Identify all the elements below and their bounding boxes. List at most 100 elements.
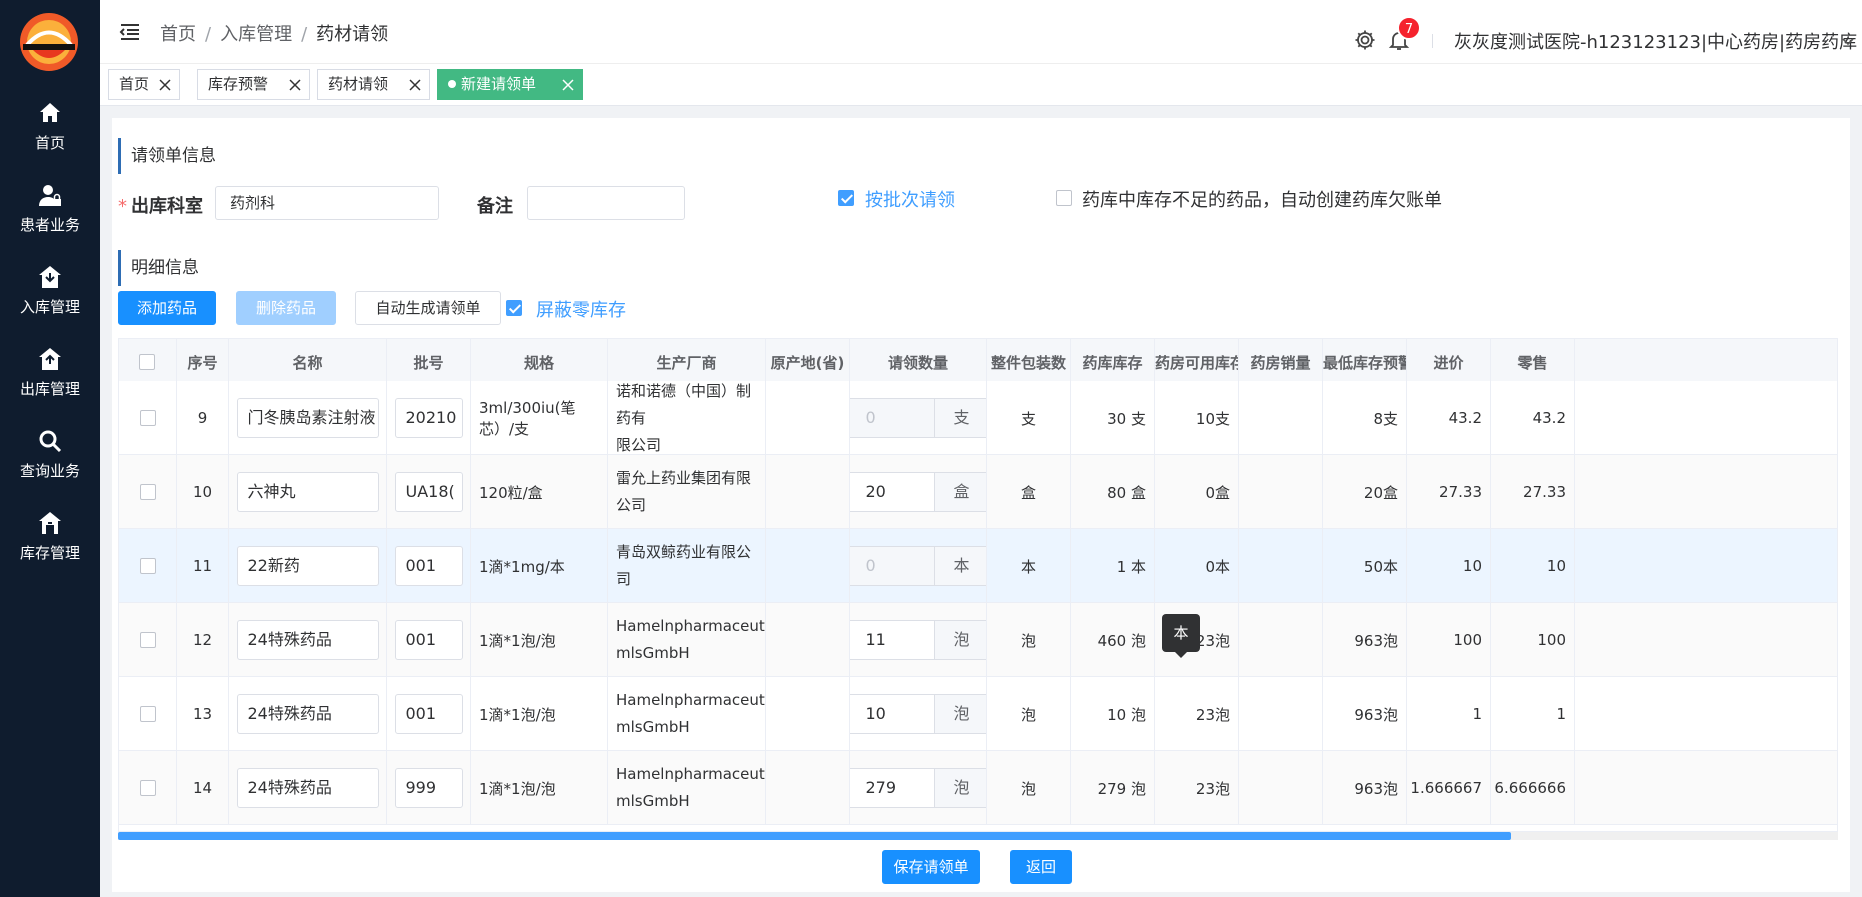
sidebar-item-0[interactable]: 首页 [0, 100, 100, 180]
tags-view: 首页 库存预警 药材请领 新建请领单 [100, 64, 1862, 106]
delete-drug-button[interactable]: 删除药品 [236, 291, 336, 325]
tab-label: 药材请领 [328, 75, 389, 93]
maker-line: mlsGmbH [616, 644, 690, 662]
drug-name-input[interactable]: 24特殊药品 [236, 768, 379, 808]
sidebar-item-5[interactable]: 库存管理 [0, 510, 100, 590]
row-checkbox[interactable] [139, 484, 156, 500]
cell-sales [1239, 751, 1323, 825]
batch-input[interactable]: 001 [394, 620, 463, 660]
scrollbar-thumb[interactable] [118, 832, 1511, 840]
quantity-input[interactable]: 20 [850, 472, 934, 512]
dept-label: * 出库科室 [118, 192, 203, 218]
table-row[interactable]: 1324特殊药品0011滴*1泡/泡HamelnpharmaceuticalsG… [119, 677, 1837, 751]
close-icon[interactable] [561, 78, 575, 92]
maker-line: 诺和诺德（中国）制药有 [616, 381, 752, 427]
quantity-input[interactable]: 0 [850, 398, 934, 438]
row-checkbox[interactable] [139, 558, 156, 574]
tab-stock-warning[interactable]: 库存预警 [197, 69, 310, 100]
auto-owe-label[interactable]: 药库中库存不足的药品，自动创建药库欠账单 [1082, 186, 1442, 212]
user-info[interactable]: 灰灰度测试医院-h123123123|中心药房|药房药库 [1454, 28, 1857, 54]
cell-avail: 0盒 [1155, 455, 1239, 529]
cell-retail: 10 [1491, 529, 1575, 603]
table-row[interactable]: 9 门冬胰岛素注射液 20210 3ml/300iu(笔芯）/支 诺和诺德（中国）制药有… [119, 381, 1837, 455]
cell-stock: 460 泡 [1071, 603, 1155, 677]
table-row[interactable]: 11 22新药 001 1滴*1mg/本 青岛双鲸药业有限公司 0 本本 1 本 0本 50本 10… [119, 529, 1837, 603]
remark-input[interactable] [527, 186, 685, 220]
add-drug-button[interactable]: 添加药品 [118, 291, 216, 325]
cell-stock: 30 支 [1071, 381, 1155, 455]
sidebar-item-1[interactable]: 患者业务 [0, 182, 100, 262]
quantity-input[interactable]: 11 [850, 620, 934, 660]
batch-input[interactable]: 001 [394, 546, 463, 586]
auto-generate-button[interactable]: 自动生成请领单 [355, 291, 501, 325]
maker-line: HamelnpharmaceuticalsG [616, 765, 765, 783]
row-select-cell [119, 603, 177, 677]
drug-name-input[interactable]: 六神丸 [236, 472, 379, 512]
cell-stock: 10 泡 [1071, 677, 1155, 751]
table-row[interactable]: 10 六神丸 UA18(120粒/盒 雷允上药业集团有限公司 20 盒盒 80 盒 0盒 20盒… [119, 455, 1837, 529]
close-icon[interactable] [408, 78, 422, 92]
breadcrumb-home[interactable]: 首页 [160, 24, 196, 45]
tab-label: 首页 [119, 75, 150, 93]
table-row[interactable]: 1224特殊药品0011滴*1泡/泡HamelnpharmaceuticalsG… [119, 603, 1837, 677]
drug-name-input[interactable]: 门冬胰岛素注射液 [236, 398, 379, 438]
header-select-all[interactable] [119, 339, 177, 387]
drug-name-input[interactable]: 24特殊药品 [236, 694, 379, 734]
mask-zero-stock-label[interactable]: 屏蔽零库存 [536, 296, 626, 322]
sidebar-item-3[interactable]: 出库管理 [0, 346, 100, 426]
row-select-cell [119, 529, 177, 603]
sidebar-item-4[interactable]: 查询业务 [0, 428, 100, 508]
quantity-input[interactable]: 0 [850, 546, 934, 586]
quantity-input[interactable]: 279 [850, 768, 934, 808]
drug-name-input[interactable]: 24特殊药品 [236, 620, 379, 660]
row-checkbox[interactable] [139, 410, 156, 426]
unit-label: 支 [933, 398, 986, 438]
auto-owe-checkbox[interactable] [1056, 190, 1072, 206]
cell-avail: 23泡 [1155, 751, 1239, 825]
cell-min: 20盒 [1323, 455, 1407, 529]
tab-new-requisition[interactable]: 新建请领单 [437, 69, 583, 100]
gear-icon[interactable] [1353, 28, 1377, 52]
close-icon[interactable] [288, 78, 302, 92]
cell-pack: 支 [987, 381, 1071, 455]
drug-name-input[interactable]: 22新药 [236, 546, 379, 586]
cell-sales [1239, 677, 1323, 751]
horizontal-scrollbar[interactable] [118, 832, 1838, 840]
row-checkbox[interactable] [139, 706, 156, 722]
table-row[interactable]: 1424特殊药品9991滴*1泡/泡HamelnpharmaceuticalsG… [119, 751, 1837, 825]
tab-home[interactable]: 首页 [108, 69, 180, 100]
close-icon[interactable] [158, 78, 172, 92]
cell-origin [766, 381, 850, 455]
quantity-input[interactable]: 10 [850, 694, 934, 734]
batch-checkbox[interactable] [838, 190, 854, 206]
maker-line: 限公司 [616, 435, 662, 454]
tab-requisition[interactable]: 药材请领 [317, 69, 430, 100]
dept-label-text: 出库科室 [131, 196, 203, 217]
select-all-checkbox[interactable] [139, 354, 155, 370]
cell-sales [1239, 603, 1323, 677]
batch-input[interactable]: UA18( [394, 472, 463, 512]
row-checkbox[interactable] [139, 632, 156, 648]
menu-fold-icon[interactable] [118, 20, 142, 44]
breadcrumb-inbound[interactable]: 入库管理 [220, 24, 292, 45]
batch-input[interactable]: 999 [394, 768, 463, 808]
mask-zero-stock-checkbox[interactable] [506, 300, 522, 316]
cell-stock: 80 盒 [1071, 455, 1155, 529]
cell-qty: 0支 [850, 381, 987, 455]
sidebar-item-2[interactable]: 入库管理 [0, 264, 100, 344]
back-button[interactable]: 返回 [1010, 850, 1072, 884]
cell-retail: 27.33 [1491, 455, 1575, 529]
row-checkbox[interactable] [139, 780, 156, 796]
cell-min: 963泡 [1323, 751, 1407, 825]
table-header: 序号 名称 批号 规格 生产厂商 原产地(省) 请领数量 整件包装数 药库库存 药房可用库存 药房销… [119, 339, 1837, 387]
save-requisition-button[interactable]: 保存请领单 [882, 850, 980, 884]
required-mark: * [118, 196, 127, 217]
batch-input[interactable]: 001 [394, 694, 463, 734]
batch-label[interactable]: 按批次请领 [865, 186, 955, 212]
detail-table: 序号 名称 批号 规格 生产厂商 原产地(省) 请领数量 整件包装数 药库库存 药房可用库存 药房销… [118, 338, 1838, 832]
chevron-down-icon[interactable] [1841, 34, 1855, 48]
batch-input[interactable]: 20210 [394, 398, 463, 438]
dept-input[interactable]: 药剂科 [215, 186, 439, 220]
cell-batch: 001 [387, 529, 471, 603]
cell-avail: 23泡 [1155, 677, 1239, 751]
